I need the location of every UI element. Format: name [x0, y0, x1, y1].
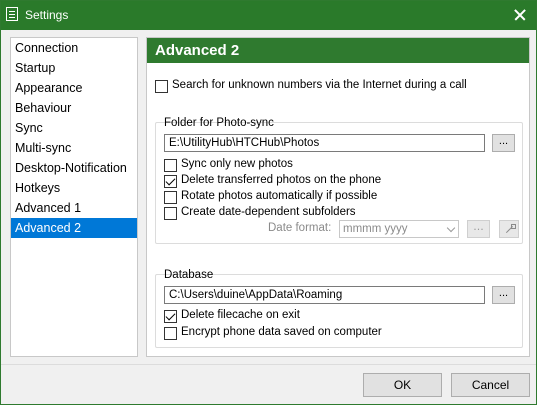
date-subfolders-checkbox[interactable] [164, 207, 177, 220]
sync-new-photos-label: Sync only new photos [181, 158, 293, 170]
database-path-field[interactable]: C:\Users\duine\AppData\Roaming [164, 286, 485, 304]
photo-sync-title: Folder for Photo-sync [164, 117, 274, 129]
database-title: Database [164, 269, 214, 281]
nav-item-desktop-notification[interactable]: Desktop-Notification [11, 158, 137, 178]
date-format-select[interactable]: mmmm yyyy [339, 220, 459, 238]
chevron-down-icon [446, 223, 456, 233]
search-unknown-checkbox[interactable] [155, 80, 168, 93]
search-unknown-label: Search for unknown numbers via the Inter… [172, 79, 467, 91]
nav-item-advanced-1[interactable]: Advanced 1 [11, 198, 137, 218]
nav-item-appearance[interactable]: Appearance [11, 78, 137, 98]
window-title: Settings [25, 8, 69, 22]
nav-item-startup[interactable]: Startup [11, 58, 137, 78]
settings-nav-list: Connection Startup Appearance Behaviour … [10, 37, 138, 357]
nav-item-behaviour[interactable]: Behaviour [11, 98, 137, 118]
delete-transferred-checkbox[interactable] [164, 175, 177, 188]
date-picker-icon[interactable] [499, 220, 519, 238]
delete-transferred-label: Delete transferred photos on the phone [181, 174, 382, 186]
settings-window: Settings Connection Startup Appearance B… [0, 0, 537, 405]
settings-list-icon [6, 7, 18, 21]
cancel-button[interactable]: Cancel [451, 373, 530, 397]
rotate-photos-label: Rotate photos automatically if possible [181, 190, 378, 202]
date-format-label: Date format: [268, 222, 332, 234]
nav-item-connection[interactable]: Connection [11, 38, 137, 58]
date-format-button[interactable]: ... [467, 220, 490, 238]
sync-new-photos-checkbox[interactable] [164, 159, 177, 172]
nav-item-multi-sync[interactable]: Multi-sync [11, 138, 137, 158]
date-subfolders-label: Create date-dependent subfolders [181, 206, 356, 218]
photo-folder-field[interactable]: E:\UtilityHub\HTCHub\Photos [164, 134, 485, 152]
date-format-value: mmmm yyyy [343, 223, 408, 235]
nav-item-advanced-2[interactable]: Advanced 2 [11, 218, 137, 238]
encrypt-data-label: Encrypt phone data saved on computer [181, 326, 382, 338]
photo-folder-browse-button[interactable]: ... [492, 134, 515, 152]
delete-filecache-label: Delete filecache on exit [181, 309, 300, 321]
settings-panel: Advanced 2 Search for unknown numbers vi… [146, 37, 530, 357]
nav-item-sync[interactable]: Sync [11, 118, 137, 138]
ok-button[interactable]: OK [363, 373, 442, 397]
footer-divider [1, 364, 536, 365]
rotate-photos-checkbox[interactable] [164, 191, 177, 204]
close-icon[interactable] [502, 1, 536, 30]
panel-title: Advanced 2 [147, 38, 529, 63]
database-browse-button[interactable]: ... [492, 286, 515, 304]
encrypt-data-checkbox[interactable] [164, 327, 177, 340]
nav-item-hotkeys[interactable]: Hotkeys [11, 178, 137, 198]
title-bar: Settings [1, 1, 536, 30]
delete-filecache-checkbox[interactable] [164, 310, 177, 323]
